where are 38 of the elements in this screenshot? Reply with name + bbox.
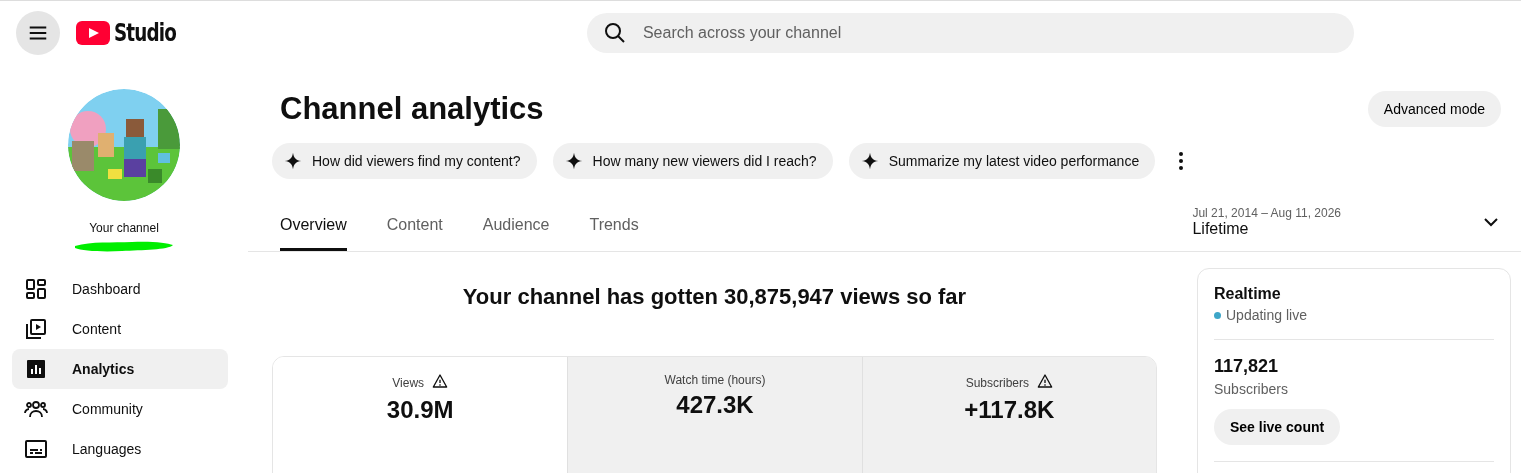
suggestion-chip[interactable]: Summarize my latest video performance: [848, 143, 1156, 179]
subtitles-icon: [24, 437, 48, 461]
nav-item[interactable]: Content: [12, 309, 228, 349]
tab[interactable]: Audience: [482, 216, 550, 251]
subscriber-count: 117,821: [1214, 356, 1279, 377]
bar-chart-icon: [24, 357, 48, 381]
channel-label: Your channel: [89, 221, 159, 235]
warning-icon: [432, 373, 449, 389]
page-title: Channel analytics: [280, 91, 544, 127]
menu-button[interactable]: [16, 11, 60, 55]
metric-tab[interactable]: Subscribers +117.8K: [861, 357, 1156, 473]
play-logo-icon[interactable]: [76, 21, 110, 45]
date-range: Jul 21, 2014 – Aug 11, 2026: [1192, 206, 1341, 220]
nav-item[interactable]: Community: [12, 389, 228, 429]
advanced-mode-button[interactable]: Advanced mode: [1367, 91, 1501, 127]
tab[interactable]: Overview: [280, 216, 347, 251]
period-label: Lifetime: [1192, 220, 1250, 238]
suggestion-chip[interactable]: How many new viewers did I reach?: [552, 143, 833, 179]
tab[interactable]: Trends: [589, 216, 639, 251]
suggestion-chip[interactable]: How did viewers find my content?: [272, 143, 537, 179]
warning-icon: [1037, 373, 1053, 389]
tab[interactable]: Content: [386, 216, 443, 251]
nav-item[interactable]: Analytics: [12, 349, 228, 389]
sparkle-icon: [284, 152, 302, 170]
status-dot: [1214, 311, 1221, 319]
search-icon: [602, 21, 627, 45]
nav-item[interactable]: Dashboard: [12, 269, 228, 309]
count-label: Subscribers: [1214, 381, 1288, 397]
metric-tab[interactable]: Watch time (hours) 427.3K: [567, 357, 862, 473]
summary-heading: Your channel has gotten 30,875,947 views so far: [462, 284, 967, 310]
search-field[interactable]: Search across your channel: [586, 13, 1354, 53]
video-library-icon: [24, 317, 48, 341]
logo-text[interactable]: Studio: [114, 19, 176, 47]
card-title: Realtime: [1214, 285, 1281, 303]
status-text: Updating live: [1226, 307, 1307, 323]
dashboard-icon: [24, 277, 48, 301]
nav-item[interactable]: Languages: [12, 429, 228, 469]
see-live-count-button[interactable]: See live count: [1214, 409, 1341, 445]
